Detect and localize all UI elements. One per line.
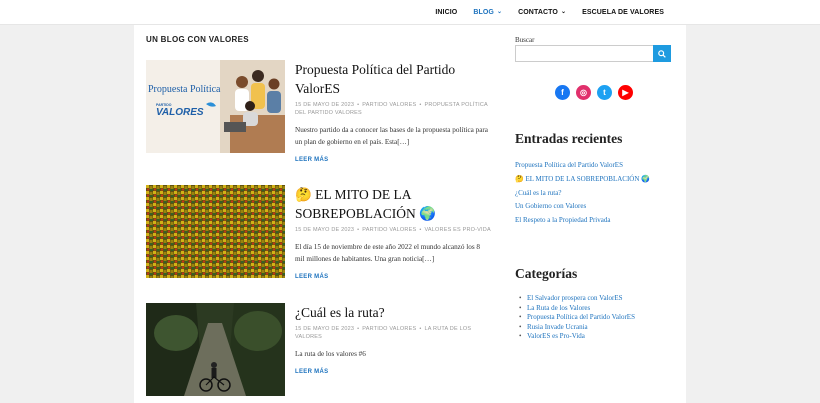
post-date[interactable]: 15 DE MAYO DE 2023 <box>295 326 354 332</box>
top-navigation-bar: INICIO BLOG ⌄ CONTACTO ⌄ ESCUELA DE VALORE… <box>0 0 820 25</box>
twitter-icon[interactable]: t <box>597 85 612 100</box>
category-link[interactable]: ValorES es Pro-Vida <box>515 332 635 342</box>
instagram-icon[interactable]: ◎ <box>576 85 591 100</box>
post-excerpt: La ruta de los valores #6 <box>295 350 366 358</box>
post-thumbnail-image <box>146 303 285 396</box>
post-excerpt: El día 15 de noviembre de este año 2022 … <box>295 243 481 263</box>
categories-title: Categorías <box>515 266 578 281</box>
youtube-icon[interactable]: ▶ <box>618 85 633 100</box>
post-thumbnail[interactable] <box>146 185 285 278</box>
thumb-logo: VALORES <box>156 107 204 118</box>
main-menu: INICIO BLOG ⌄ CONTACTO ⌄ ESCUELA DE VALORE… <box>427 0 672 25</box>
recent-post-link[interactable]: ¿Cuál es la ruta? <box>515 187 650 201</box>
search-input[interactable] <box>515 45 653 62</box>
read-more-link[interactable]: LEER MÁS <box>295 157 328 163</box>
category-link[interactable]: El Salvador prospera con ValorES <box>515 294 635 304</box>
nav-label: CONTACTO <box>518 9 558 16</box>
post-meta: 15 DE MAYO DE 2023 • PARTIDO VALORES • LA RU… <box>295 326 472 340</box>
chevron-down-icon: ⌄ <box>560 9 567 15</box>
nav-item-escuela-de-valores[interactable]: ESCUELA DE VALORES <box>574 9 672 16</box>
post-card: 🤔 EL MITO DE LA SOBREPOBLACIÓN 🌍 15 DE M… <box>146 185 491 285</box>
read-more-link[interactable]: LEER MÁS <box>295 274 328 280</box>
recent-post-link[interactable]: Un Gobierno con Valores <box>515 200 650 214</box>
post-thumbnail[interactable] <box>146 303 285 396</box>
post-body: Propuesta Política del Partido ValorES 1… <box>295 60 491 166</box>
recent-posts-list: Propuesta Política del Partido ValorES 🤔… <box>515 159 650 228</box>
recent-post-link[interactable]: 🤔 EL MITO DE LA SOBREPOBLACIÓN 🌍 <box>515 173 650 187</box>
post-title[interactable]: 🤔 EL MITO DE LA SOBREPOBLACIÓN 🌍 <box>295 185 491 223</box>
section-title: UN BLOG CON VALORES <box>146 35 249 44</box>
post-author[interactable]: PARTIDO VALORES <box>362 326 416 332</box>
nav-item-blog[interactable]: BLOG ⌄ <box>465 9 510 16</box>
category-link[interactable]: Propuesta Política del Partido ValorES <box>515 313 635 323</box>
category-link[interactable]: Rusia Invade Ucrania <box>515 323 635 333</box>
post-thumbnail[interactable]: Propuesta Política PARTIDO VALORES <box>146 60 285 153</box>
post-meta: 15 DE MAYO DE 2023 • PARTIDO VALORES • VALOR… <box>295 227 491 233</box>
search-form <box>515 45 671 62</box>
chevron-down-icon: ⌄ <box>496 9 503 15</box>
category-link[interactable]: La Ruta de los Valores <box>515 304 635 314</box>
categories-list: El Salvador prospera con ValorES La Ruta… <box>515 294 635 342</box>
nav-label: BLOG <box>473 9 494 16</box>
search-button[interactable] <box>653 45 671 62</box>
post-author[interactable]: PARTIDO VALORES <box>362 102 416 108</box>
nav-item-contacto[interactable]: CONTACTO ⌄ <box>510 9 574 16</box>
post-excerpt: Nuestro partido da a conocer las bases d… <box>295 126 488 146</box>
read-more-link[interactable]: LEER MÁS <box>295 369 328 375</box>
post-date[interactable]: 15 DE MAYO DE 2023 <box>295 102 354 108</box>
post-meta: 15 DE MAYO DE 2023 • PARTIDO VALORES • PROPU… <box>295 102 488 116</box>
facebook-icon[interactable]: f <box>555 85 570 100</box>
recent-post-link[interactable]: Propuesta Política del Partido ValorES <box>515 159 650 173</box>
recent-post-link[interactable]: El Respeto a la Propiedad Privada <box>515 214 650 228</box>
post-category[interactable]: VALORES ES PRO-VIDA <box>424 227 490 233</box>
post-thumbnail-image <box>146 185 285 278</box>
nav-label: ESCUELA DE VALORES <box>582 9 664 16</box>
search-icon <box>658 49 666 58</box>
post-body: 🤔 EL MITO DE LA SOBREPOBLACIÓN 🌍 15 DE M… <box>295 185 491 283</box>
post-thumbnail-image: Propuesta Política PARTIDO VALORES <box>146 60 285 153</box>
post-date[interactable]: 15 DE MAYO DE 2023 <box>295 227 354 233</box>
post-author[interactable]: PARTIDO VALORES <box>362 227 416 233</box>
nav-label: INICIO <box>435 9 458 16</box>
post-title[interactable]: ¿Cuál es la ruta? <box>295 303 491 322</box>
thumb-caption: Propuesta Política <box>148 84 221 95</box>
search-label: Buscar <box>515 36 535 44</box>
post-card: ¿Cuál es la ruta? 15 DE MAYO DE 2023 • PAR… <box>146 303 491 403</box>
post-title[interactable]: Propuesta Política del Partido ValorES <box>295 60 491 98</box>
post-card: Propuesta Política PARTIDO VALORES Propu… <box>146 60 491 163</box>
post-body: ¿Cuál es la ruta? 15 DE MAYO DE 2023 • PAR… <box>295 303 491 378</box>
nav-item-inicio[interactable]: INICIO <box>427 9 465 16</box>
recent-posts-title: Entradas recientes <box>515 131 623 146</box>
